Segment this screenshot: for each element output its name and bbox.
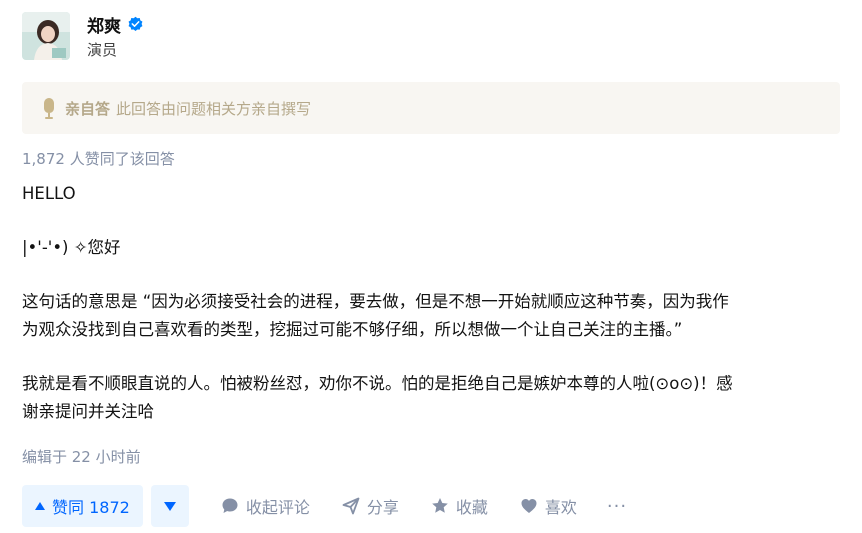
author-name[interactable]: 郑爽	[87, 12, 121, 37]
author-headline: 演员	[87, 41, 118, 59]
avatar[interactable]	[22, 12, 70, 60]
self-answer-tag: 亲自答	[65, 99, 111, 118]
comment-button[interactable]: 收起评论	[221, 494, 310, 518]
downvote-button[interactable]	[150, 485, 189, 527]
upvote-label: 赞同 1872	[52, 498, 130, 517]
share-button[interactable]: 分享	[342, 494, 399, 518]
content-paragraph: |•'-'•) ✧您好	[22, 238, 121, 257]
comment-bubble-icon	[222, 498, 238, 513]
verified-badge-icon	[128, 16, 143, 31]
star-icon	[432, 498, 448, 513]
vote-count-summary[interactable]: 1,872 人赞同了该回答	[22, 148, 175, 169]
edit-timestamp[interactable]: 编辑于 22 小时前	[22, 446, 141, 467]
self-answer-description: 此回答由问题相关方亲自撰写	[116, 99, 312, 118]
like-label: 喜欢	[544, 498, 577, 517]
self-answer-banner: 亲自答 此回答由问题相关方亲自撰写	[22, 82, 840, 134]
action-bar: 赞同 1872 收起评论 分享 收藏 喜欢 ···	[22, 485, 627, 527]
content-paragraph: 这句话的意思是 “因为必须接受社会的进程，要去做，但是不想一开始就顺应这种节奏，…	[22, 292, 729, 311]
triangle-up-icon	[35, 502, 45, 510]
favorite-label: 收藏	[455, 498, 488, 517]
heart-icon	[521, 499, 537, 513]
content-paragraph: 谢亲提问并关注哈	[22, 402, 154, 421]
content-paragraph: 我就是看不顺眼直说的人。怕被粉丝怼，劝你不说。怕的是拒绝自己是嫉妒本尊的人啦(⊙…	[22, 374, 733, 393]
content-paragraph: HELLO	[22, 184, 76, 203]
author-info: 郑爽 演员	[22, 12, 144, 62]
more-dots-icon[interactable]: ···	[607, 496, 627, 517]
paper-plane-icon	[342, 497, 360, 515]
like-button[interactable]: 喜欢	[520, 494, 577, 518]
share-label: 分享	[366, 498, 399, 517]
answer-content: HELLO |•'-'•) ✧您好 这句话的意思是 “因为必须接受社会的进程，要…	[22, 180, 842, 426]
favorite-button[interactable]: 收藏	[431, 494, 488, 518]
content-paragraph: 为观众没找到自己喜欢看的类型，挖掘过可能不够仔细，所以想做一个让自己关注的主播。…	[22, 320, 683, 339]
triangle-down-icon	[163, 501, 176, 511]
comment-label: 收起评论	[245, 498, 310, 517]
microphone-icon	[44, 98, 54, 119]
upvote-button[interactable]: 赞同 1872	[22, 485, 143, 527]
